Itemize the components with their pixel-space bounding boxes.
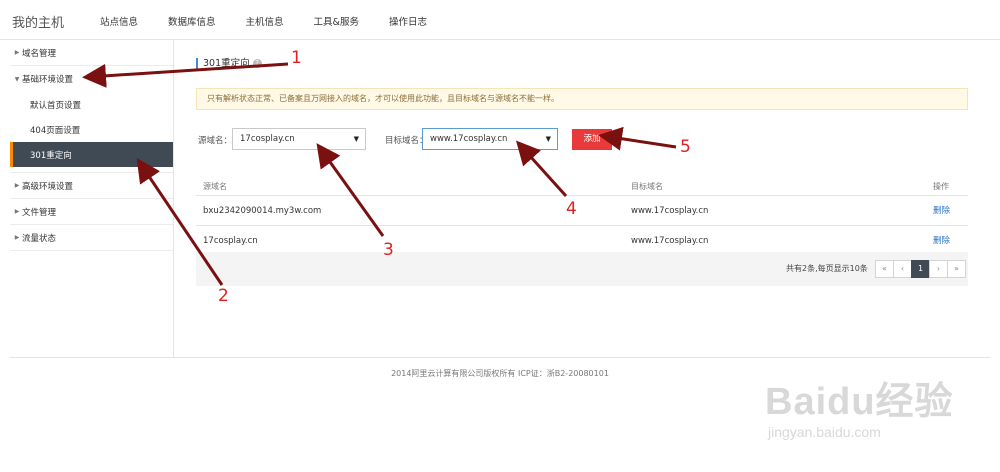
- next-page-button[interactable]: ›: [929, 260, 948, 278]
- caret-down-icon: ▼: [545, 135, 551, 143]
- help-icon[interactable]: ?: [252, 59, 262, 68]
- sidebar-group-advanced-env[interactable]: ▶ 高级环境设置: [10, 173, 173, 199]
- pagination-info: 共有2条,每页显示10条: [786, 264, 868, 273]
- top-header: 我的主机 站点信息 数据库信息 主机信息 工具&服务 操作日志: [0, 0, 1000, 40]
- target-domain-select[interactable]: www.17cosplay.cn ▼: [422, 128, 558, 150]
- triangle-right-icon: ▶: [14, 49, 20, 56]
- baidu-watermark-logo: Baidu经验: [765, 381, 954, 423]
- sidebar-group-label: 基础环境设置: [22, 75, 74, 85]
- annotation-number-5: 5: [680, 137, 691, 157]
- header-action: 操作: [933, 182, 949, 191]
- sidebar: ▶ 域名管理 ▼ 基础环境设置 默认首页设置 404页面设置 301重定向 ▶ …: [10, 40, 174, 357]
- nav-operation-log[interactable]: 操作日志: [389, 14, 427, 28]
- sidebar-group-basic-env[interactable]: ▼ 基础环境设置: [10, 66, 173, 92]
- redirect-table: 源域名 目标域名 操作 bxu2342090014.my3w.com www.1…: [196, 178, 968, 256]
- table-row: bxu2342090014.my3w.com www.17cosplay.cn …: [196, 196, 968, 226]
- redirect-form: 源域名： 17cosplay.cn ▼ 目标域名： www.17cosplay.…: [196, 128, 968, 152]
- prev-page-button[interactable]: ‹: [893, 260, 912, 278]
- page-title: 301重定向?: [196, 58, 262, 69]
- triangle-right-icon: ▶: [14, 208, 20, 215]
- sidebar-group-label: 文件管理: [22, 207, 57, 218]
- sidebar-item-default-homepage[interactable]: 默认首页设置: [10, 92, 173, 117]
- baidu-watermark-url: jingyan.baidu.com: [768, 424, 881, 440]
- triangle-right-icon: ▶: [14, 234, 20, 241]
- sidebar-subgroup-basic-env: ▼ 基础环境设置 默认首页设置 404页面设置 301重定向: [10, 66, 173, 173]
- source-domain-select[interactable]: 17cosplay.cn ▼: [232, 128, 366, 150]
- source-domain-value: 17cosplay.cn: [240, 134, 295, 144]
- row-target-domain: www.17cosplay.cn: [631, 206, 709, 216]
- caret-down-icon: ▼: [353, 135, 359, 143]
- first-page-button[interactable]: «: [875, 260, 894, 278]
- sidebar-group-label: 高级环境设置: [22, 181, 74, 192]
- sidebar-item-301-redirect[interactable]: 301重定向: [10, 142, 173, 167]
- target-domain-value: www.17cosplay.cn: [430, 134, 508, 144]
- triangle-down-icon: ▼: [14, 75, 20, 83]
- sidebar-group-label: 域名管理: [22, 48, 57, 59]
- header-target-domain: 目标域名: [631, 182, 663, 191]
- nav-database-info[interactable]: 数据库信息: [168, 14, 216, 28]
- page-1-button[interactable]: 1: [911, 260, 930, 278]
- pagination: « ‹ 1 › »: [875, 260, 966, 278]
- sidebar-group-domain[interactable]: ▶ 域名管理: [10, 40, 173, 66]
- add-button[interactable]: 添加: [572, 129, 612, 150]
- annotation-number-1: 1: [291, 48, 302, 68]
- sidebar-item-404-page[interactable]: 404页面设置: [10, 117, 173, 142]
- header-source-domain: 源域名: [203, 182, 227, 191]
- nav-host-info[interactable]: 主机信息: [246, 14, 284, 28]
- row-source-domain: bxu2342090014.my3w.com: [203, 206, 322, 216]
- table-header: 源域名 目标域名 操作: [196, 178, 968, 196]
- pagination-bar: 共有2条,每页显示10条 « ‹ 1 › »: [196, 252, 968, 286]
- delete-link[interactable]: 删除: [933, 196, 950, 226]
- last-page-button[interactable]: »: [947, 260, 966, 278]
- brand-title[interactable]: 我的主机: [12, 12, 64, 31]
- nav-tools-services[interactable]: 工具&服务: [314, 14, 359, 28]
- sidebar-group-label: 流量状态: [22, 233, 57, 244]
- top-nav: 站点信息 数据库信息 主机信息 工具&服务 操作日志: [100, 14, 457, 28]
- notice-banner: 只有解析状态正常、已备案且万网接入的域名，才可以使用此功能，且目标域名与源域名不…: [196, 88, 968, 110]
- annotation-number-3: 3: [383, 240, 394, 260]
- footer-divider: [10, 357, 990, 358]
- annotation-number-2: 2: [218, 286, 229, 306]
- sidebar-group-file-management[interactable]: ▶ 文件管理: [10, 199, 173, 225]
- triangle-right-icon: ▶: [14, 182, 20, 189]
- nav-site-info[interactable]: 站点信息: [100, 14, 138, 28]
- sidebar-group-traffic-status[interactable]: ▶ 流量状态: [10, 225, 173, 251]
- page-title-text: 301重定向: [203, 58, 250, 69]
- annotation-number-4: 4: [566, 199, 577, 219]
- source-domain-label: 源域名：: [198, 136, 233, 146]
